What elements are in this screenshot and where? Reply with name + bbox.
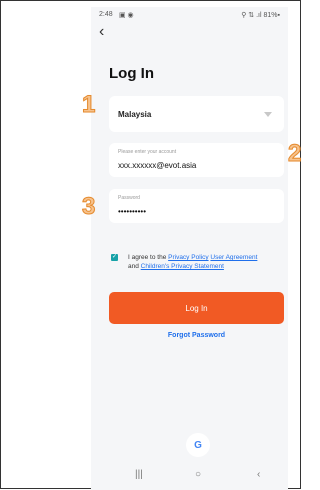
account-label: Please enter your account	[118, 149, 177, 155]
recent-apps-button[interactable]: |||	[135, 469, 143, 480]
account-input[interactable]: Please enter your account xxx.xxxxxx@evo…	[109, 143, 284, 177]
login-button[interactable]: Log In	[109, 292, 284, 324]
annotation-number-two: 2	[287, 140, 302, 168]
password-input[interactable]: Password ••••••••••	[109, 189, 284, 223]
user-agreement-link[interactable]: User Agreement	[210, 254, 257, 261]
agreement-and: and	[128, 263, 139, 270]
chevron-down-icon	[264, 112, 272, 117]
status-time: 2:48	[99, 11, 113, 18]
annotation-number-one: 1	[81, 91, 96, 119]
status-notification-icons: ▣ ◉	[119, 12, 134, 19]
password-value[interactable]: ••••••••••	[118, 207, 146, 216]
annotation-number-three: 3	[81, 193, 96, 221]
google-icon[interactable]: G	[186, 433, 210, 457]
page-title: Log In	[109, 65, 154, 82]
agreement-checkbox[interactable]: ✓	[111, 254, 118, 261]
screenshot-frame: 2:48 ▣ ◉ ⚲ ⇅ .ıl 81%▪ ‹ Log In Malaysia …	[0, 0, 302, 490]
agreement-text: I agree to the Privacy Policy User Agree…	[128, 253, 258, 271]
privacy-policy-link[interactable]: Privacy Policy	[168, 254, 208, 261]
status-right-icons: ⚲ ⇅ .ıl 81%▪	[241, 12, 280, 19]
account-value[interactable]: xxx.xxxxxx@evot.asia	[118, 161, 196, 170]
system-navigation-bar: ||| ○ ‹	[91, 462, 288, 490]
children-privacy-link[interactable]: Children's Privacy Statement	[141, 263, 224, 270]
password-label: Password	[118, 195, 140, 201]
agreement-prefix: I agree to the	[128, 254, 167, 261]
forgot-password-link[interactable]: Forgot Password	[109, 332, 284, 339]
country-select[interactable]: Malaysia	[109, 96, 284, 132]
system-back-button[interactable]: ‹	[257, 469, 260, 480]
home-button[interactable]: ○	[195, 469, 201, 480]
country-selected-value: Malaysia	[118, 110, 152, 119]
status-bar: 2:48 ▣ ◉ ⚲ ⇅ .ıl 81%▪	[99, 9, 280, 23]
back-button[interactable]: ‹	[99, 24, 104, 40]
phone-screen: 2:48 ▣ ◉ ⚲ ⇅ .ıl 81%▪ ‹ Log In Malaysia …	[91, 7, 288, 490]
